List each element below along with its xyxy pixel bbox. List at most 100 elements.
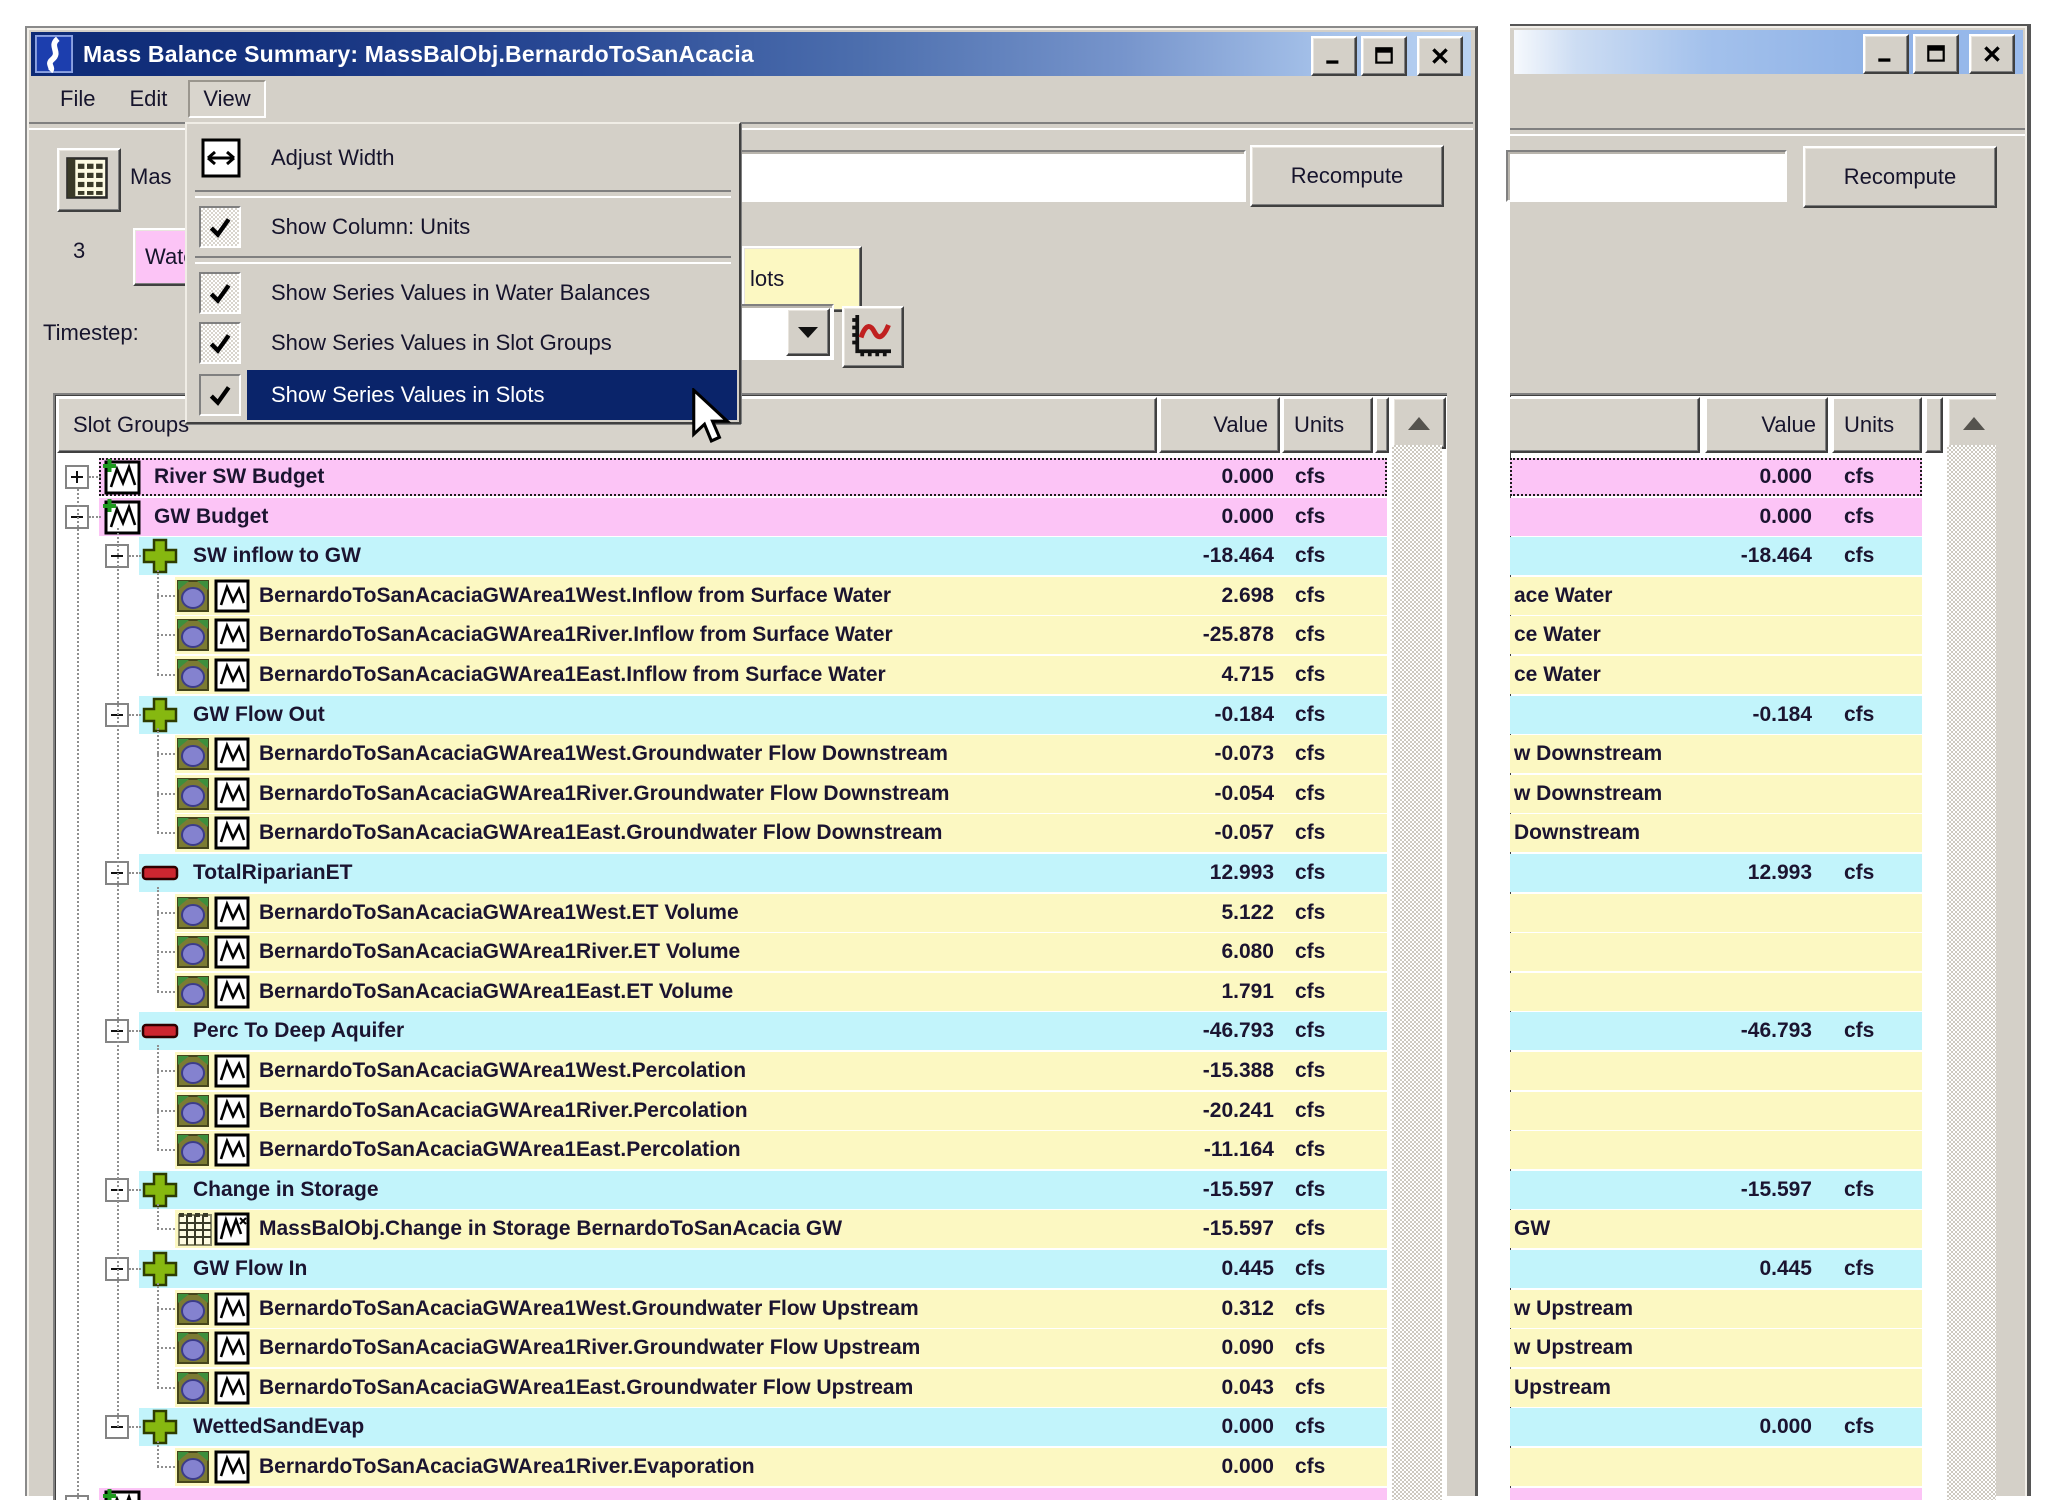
title-bar[interactable]: Mass Balance Summary: MassBalObj.Bernard… [31,32,1471,76]
table-row[interactable]: w Downstream [1510,734,1996,774]
menu-item-adjust-width[interactable]: Adjust Width [189,130,737,186]
table-row[interactable]: BernardoToSanAcaciaGWArea1River.Groundwa… [57,1328,1387,1368]
minimize-button-2[interactable] [1863,34,1909,74]
table-row[interactable]: WettedSandEvap0.000cfs [57,1407,1387,1447]
table-grid-icon [61,152,113,204]
table-row[interactable] [1510,932,1996,972]
table-row[interactable]: BernardoToSanAcaciaGWArea1River.Groundwa… [57,774,1387,814]
table-row[interactable]: Downstream [1510,813,1996,853]
table-row[interactable]: BernardoToSanAcaciaGWArea1River.Evaporat… [57,1447,1387,1487]
plot-button[interactable] [842,306,904,368]
menu-item-show-series-slot-groups[interactable]: Show Series Values in Slot Groups [189,318,737,368]
table-row[interactable] [1510,1051,1996,1091]
maximize-button-2[interactable] [1913,34,1959,74]
menu-item-show-series-slots[interactable]: Show Series Values in Slots [189,370,737,420]
table-row[interactable]: ce Water [1510,655,1996,695]
table-row[interactable]: -15.597cfs [1510,1170,1996,1210]
table-row[interactable]: BernardoToSanAcaciaGWArea1River.Percolat… [57,1091,1387,1131]
row-value: 0.043 [1159,1368,1274,1408]
menu-file[interactable]: File [47,82,108,116]
combobox-dropdown-button[interactable] [786,308,830,356]
table-row[interactable]: BernardoToSanAcaciaGWArea1West.Groundwat… [57,1289,1387,1329]
table-row[interactable] [1510,1447,1996,1487]
object-name-field-2[interactable] [1506,150,1787,202]
recompute-button-2[interactable]: Recompute [1803,146,1997,208]
table-row[interactable] [1510,1130,1996,1170]
table-row[interactable]: 0.445cfs [1510,1249,1996,1289]
table-row[interactable]: BernardoToSanAcaciaGWArea1East.Groundwat… [57,1368,1387,1408]
table-row[interactable]: GW Flow Out-0.184cfs [57,695,1387,735]
table-row[interactable]: ce Water [1510,615,1996,655]
table-row[interactable] [1510,1091,1996,1131]
maximize-button[interactable] [1361,36,1407,76]
table-row[interactable]: River SW Budget0.000cfs [57,457,1387,497]
table-row[interactable]: BernardoToSanAcaciaGWArea1West.Percolati… [57,1051,1387,1091]
table-row[interactable]: SW inflow to GW-18.464cfs [57,536,1387,576]
menu-view[interactable]: View [188,80,265,118]
table-row[interactable]: 0.000cfs [1510,497,1996,537]
recompute-button[interactable]: Recompute [1250,145,1444,207]
table-row[interactable]: BernardoToSanAcaciaGWArea1East.Groundwat… [57,813,1387,853]
menu-item-show-column-units[interactable]: Show Column: Units [189,202,737,252]
table-row[interactable]: BernardoToSanAcaciaGWArea1West.Inflow fr… [57,576,1387,616]
scroll-up-button-2[interactable] [1947,397,1996,449]
table-row[interactable]: w Upstream [1510,1289,1996,1329]
close-button[interactable] [1417,36,1463,76]
table-row[interactable]: Change in Storage-15.597cfs [57,1170,1387,1210]
table-row[interactable]: 0.000cfs [1510,1407,1996,1447]
row-value: -46.793 [1159,1011,1274,1051]
table-row[interactable]: BernardoToSanAcaciaGWArea1West.Groundwat… [57,734,1387,774]
column-header-units-2[interactable]: Units [1832,397,1922,453]
row-value: -18.464 [1688,536,1812,576]
menu-edit[interactable]: Edit [116,82,180,116]
table-row[interactable]: BernardoToSanAcaciaGWArea1East.ET Volume… [57,972,1387,1012]
close-button-2[interactable] [1969,34,2015,74]
row-units: cfs [1295,615,1325,655]
groundwater-object-icon [177,1095,209,1127]
open-object-button[interactable] [57,148,121,212]
table-row[interactable]: GW [1510,1209,1996,1249]
table-row[interactable] [1510,893,1996,933]
slots-tab[interactable]: lots [742,246,862,312]
table-row[interactable]: BernardoToSanAcaciaGWArea1West.ET Volume… [57,893,1387,933]
table-row[interactable]: ace Water [1510,576,1996,616]
table-row[interactable]: MassBalObj.Change in Storage BernardoToS… [57,1209,1387,1249]
table-row[interactable]: Perc To Deep Aquifer-46.793cfs [57,1011,1387,1051]
table-row[interactable]: -0.184cfs [1510,695,1996,735]
table-row[interactable] [57,1487,1387,1500]
table-row[interactable]: w Downstream [1510,774,1996,814]
menu-item-show-series-water-balances[interactable]: Show Series Values in Water Balances [189,268,737,318]
table-row[interactable]: Upstream [1510,1368,1996,1408]
row-units: cfs [1295,576,1325,616]
table-row[interactable]: 0.000cfs [1510,457,1996,497]
scroll-up-button[interactable] [1392,397,1446,449]
tree-expander[interactable] [65,465,89,489]
table-row[interactable]: GW Budget0.000cfs [57,497,1387,537]
title-bar-2[interactable] [1514,30,2023,74]
table-row[interactable]: BernardoToSanAcaciaGWArea1River.Inflow f… [57,615,1387,655]
table-row[interactable]: BernardoToSanAcaciaGWArea1River.ET Volum… [57,932,1387,972]
row-label: MassBalObj.Change in Storage BernardoToS… [259,1209,842,1249]
chevron-down-icon [798,327,818,338]
row-band [1510,1092,1922,1130]
column-header-value[interactable]: Value [1159,397,1280,453]
table-row[interactable]: 12.993cfs [1510,853,1996,893]
vertical-scrollbar[interactable] [1392,445,1442,1500]
minimize-button[interactable] [1311,36,1357,76]
table-row[interactable]: BernardoToSanAcaciaGWArea1East.Inflow fr… [57,655,1387,695]
table-row[interactable]: BernardoToSanAcaciaGWArea1East.Percolati… [57,1130,1387,1170]
column-header-units[interactable]: Units [1282,397,1373,453]
table-row[interactable]: -46.793cfs [1510,1011,1996,1051]
table-row[interactable]: -18.464cfs [1510,536,1996,576]
table-row[interactable]: GW Flow In0.445cfs [57,1249,1387,1289]
row-label-fragment: GW [1514,1209,1550,1249]
column-header-value-2[interactable]: Value [1705,397,1828,453]
row-value: -0.054 [1159,774,1274,814]
table-row[interactable]: w Upstream [1510,1328,1996,1368]
table-row[interactable] [1510,972,1996,1012]
row-units: cfs [1295,1249,1325,1289]
row-value: -0.184 [1159,695,1274,735]
table-row[interactable]: TotalRiparianET12.993cfs [57,853,1387,893]
row-band [1510,1488,1922,1500]
table-row[interactable] [1510,1487,1996,1500]
